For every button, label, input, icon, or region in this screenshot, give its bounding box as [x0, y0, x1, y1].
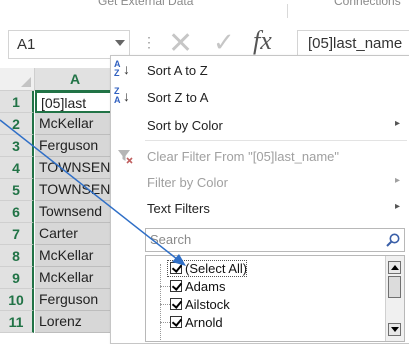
list-item-label: (Select All) [185, 261, 248, 276]
row-header[interactable]: 7 [0, 223, 34, 245]
ribbon-group-get-external-data[interactable]: Get External Data [98, 0, 193, 8]
row-header[interactable]: 11 [0, 311, 34, 333]
select-all-corner[interactable] [0, 68, 35, 91]
table-cell[interactable]: McKellar [35, 267, 115, 289]
menu-item-label: Text Filters [147, 201, 210, 216]
checkbox-checked-icon[interactable] [170, 298, 182, 310]
menu-item-text-filters[interactable]: Text Filters ▸ [111, 196, 409, 222]
tree-connector [160, 286, 170, 287]
menu-item-sort-z-to-a[interactable]: Z A ↓ Sort Z to A [111, 85, 409, 111]
formula-value: [05]last_name [308, 35, 403, 52]
checkbox-checked-icon[interactable] [170, 280, 182, 292]
list-item-label: Arnold [185, 315, 223, 330]
table-cell[interactable]: Carter [35, 223, 115, 245]
menu-item-label: Filter by Color [147, 175, 228, 190]
column-header-a[interactable]: A [35, 68, 115, 92]
menu-item-sort-a-to-z[interactable]: A Z ↓ Sort A to Z [111, 58, 409, 84]
row-header[interactable]: 4 [0, 157, 34, 179]
table-cell[interactable]: Townsend [35, 201, 115, 223]
row-header[interactable]: 10 [0, 289, 34, 311]
select-all-triangle-icon [21, 77, 31, 87]
name-box-value: A1 [17, 36, 36, 53]
ribbon-group-connections[interactable]: Connections [334, 0, 401, 8]
cell-a1[interactable]: [05]last [35, 91, 115, 113]
insert-function-icon[interactable]: fx [253, 26, 272, 56]
row-header[interactable]: 8 [0, 245, 34, 267]
checkbox-checked-icon[interactable] [170, 316, 182, 328]
filter-values-list: (Select All) Adams Ailstock Arnold [145, 255, 405, 342]
table-cell[interactable]: Ferguson [35, 135, 115, 157]
search-placeholder: Search [150, 232, 192, 247]
checkbox-checked-icon[interactable] [170, 262, 182, 274]
ribbon-strip: Get External Data Connections [0, 0, 409, 23]
menu-item-label: Sort by Color [147, 118, 223, 133]
filter-search-input[interactable]: Search [145, 228, 405, 252]
clear-filter-icon [118, 150, 133, 164]
ribbon-separator [287, 4, 288, 18]
tree-connector [160, 304, 170, 305]
submenu-arrow-icon: ▸ [394, 118, 400, 129]
scroll-down-icon[interactable] [388, 323, 401, 336]
row-header[interactable]: 9 [0, 267, 34, 289]
row-header[interactable]: 5 [0, 179, 34, 201]
table-cell[interactable]: Lorenz [35, 311, 115, 333]
search-icon [386, 233, 400, 247]
scroll-up-icon[interactable] [388, 261, 401, 274]
table-cell[interactable]: McKellar [35, 113, 115, 135]
autofilter-menu: A Z ↓ Sort A to Z Z A ↓ Sort Z to A Sort by … [110, 55, 409, 344]
list-item-label: Adams [185, 279, 226, 294]
more-dots-icon[interactable]: ⋮ [142, 34, 156, 51]
list-item[interactable]: Arnold [146, 314, 382, 332]
list-item[interactable]: Ailstock [146, 296, 382, 314]
menu-item-label: Clear Filter From "[05]last_name" [147, 149, 340, 164]
menu-item-clear-filter[interactable]: Clear Filter From "[05]last_name" [111, 144, 409, 170]
table-cell[interactable]: TOWNSEN [35, 157, 115, 179]
table-cell[interactable]: McKellar [35, 245, 115, 267]
enter-check-icon[interactable]: ✓ [213, 28, 235, 58]
list-item-label: Ailstock [185, 297, 230, 312]
tree-connector [160, 322, 170, 323]
cell-a1-value: [05]last [41, 95, 87, 111]
row-header[interactable]: 6 [0, 201, 34, 223]
sort-a-to-z-icon: A Z ↓ [114, 59, 130, 78]
name-box-dropdown-icon[interactable] [115, 40, 125, 46]
list-item[interactable]: Adams [146, 278, 382, 296]
menu-item-sort-by-color[interactable]: Sort by Color ▸ [111, 113, 409, 139]
row-header[interactable]: 3 [0, 135, 34, 157]
scroll-thumb[interactable] [388, 276, 401, 298]
menu-item-label: Sort A to Z [147, 63, 208, 78]
submenu-arrow-icon: ▸ [394, 201, 400, 212]
menu-separator [145, 140, 407, 141]
table-cell[interactable]: Ferguson [35, 289, 115, 311]
sort-z-to-a-icon: Z A ↓ [114, 86, 130, 105]
menu-item-filter-by-color[interactable]: Filter by Color ▸ [111, 170, 409, 196]
menu-item-label: Sort Z to A [147, 90, 209, 105]
list-scrollbar[interactable] [385, 256, 404, 341]
submenu-arrow-icon: ▸ [394, 175, 400, 186]
row-header[interactable]: 1 [0, 91, 34, 113]
list-item-select-all[interactable]: (Select All) [146, 260, 382, 278]
row-header[interactable]: 2 [0, 113, 34, 135]
table-cell[interactable]: TOWNSEN [35, 179, 115, 201]
